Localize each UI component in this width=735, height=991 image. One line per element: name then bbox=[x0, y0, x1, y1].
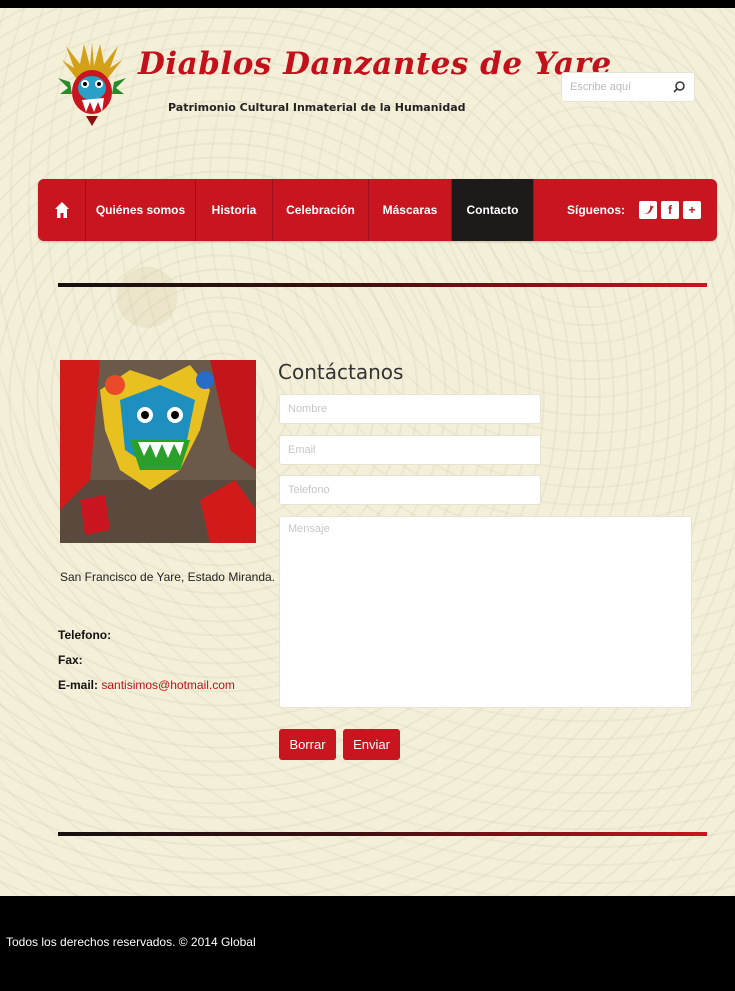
facebook-icon[interactable]: f bbox=[661, 201, 679, 219]
footer-copyright: Todos los derechos reservados. © 2014 Gl… bbox=[6, 935, 256, 949]
nav-item-celebracion[interactable]: Celebración bbox=[273, 179, 369, 241]
nav-home[interactable] bbox=[38, 179, 86, 241]
top-bar bbox=[0, 0, 735, 8]
bottom-divider bbox=[58, 832, 707, 836]
nav-item-contacto[interactable]: Contacto bbox=[452, 179, 534, 241]
google-plus-icon[interactable]: + bbox=[683, 201, 701, 219]
name-field[interactable] bbox=[279, 394, 541, 424]
message-field[interactable] bbox=[279, 516, 692, 708]
fax-label: Fax: bbox=[58, 653, 83, 667]
devil-dancer-photo bbox=[60, 360, 256, 543]
main-nav: Quiénes somos Historia Celebración Másca… bbox=[38, 179, 717, 241]
clear-button[interactable]: Borrar bbox=[279, 729, 336, 760]
twitter-icon[interactable] bbox=[639, 201, 657, 219]
email-line: E-mail: santisimos@hotmail.com bbox=[58, 678, 235, 692]
nav-item-historia[interactable]: Historia bbox=[196, 179, 273, 241]
send-button[interactable]: Enviar bbox=[343, 729, 400, 760]
phone-label: Telefono: bbox=[58, 628, 112, 642]
home-icon bbox=[54, 202, 69, 218]
site-subtitle: Patrimonio Cultural Inmaterial de la Hum… bbox=[168, 101, 466, 114]
nav-item-mascaras[interactable]: Máscaras bbox=[369, 179, 452, 241]
search-input[interactable] bbox=[570, 81, 666, 93]
email-label: E-mail: bbox=[58, 678, 99, 692]
top-divider bbox=[58, 283, 707, 287]
email-link[interactable]: santisimos@hotmail.com bbox=[101, 678, 235, 692]
nav-item-quienes-somos[interactable]: Quiénes somos bbox=[86, 179, 196, 241]
contact-form-title: Contáctanos bbox=[278, 360, 404, 384]
social-links: Síguenos: f + bbox=[567, 201, 717, 219]
address-text: San Francisco de Yare, Estado Miranda. bbox=[60, 570, 276, 584]
search-icon[interactable] bbox=[672, 80, 686, 94]
devil-mask-logo-icon[interactable] bbox=[56, 38, 128, 128]
search-box bbox=[561, 72, 695, 102]
social-label: Síguenos: bbox=[566, 203, 625, 217]
phone-field[interactable] bbox=[279, 475, 541, 505]
email-field[interactable] bbox=[279, 435, 541, 465]
site-title[interactable]: Diablos Danzantes de Yare bbox=[138, 46, 612, 82]
